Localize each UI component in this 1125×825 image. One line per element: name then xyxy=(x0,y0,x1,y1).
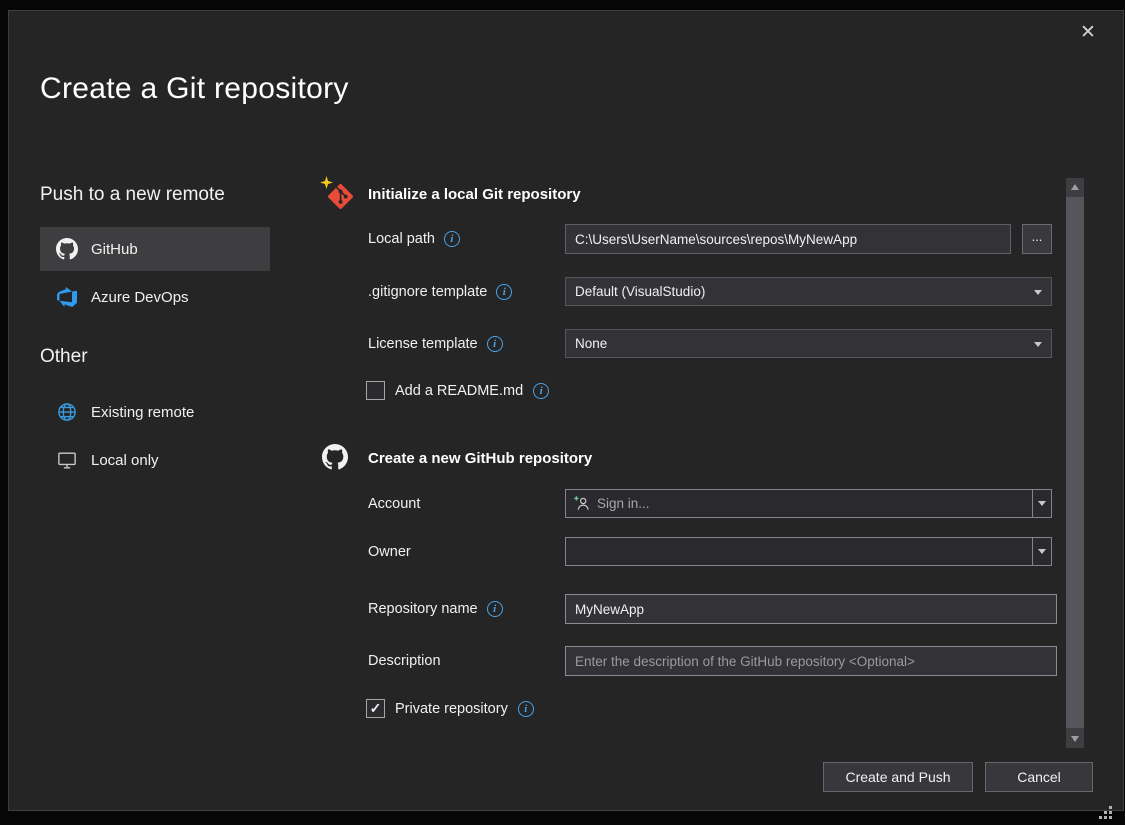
sidebar-item-label: Azure DevOps xyxy=(91,289,189,306)
repository-name-input[interactable] xyxy=(565,594,1057,624)
repository-name-label-row: Repository name i xyxy=(368,594,503,624)
license-template-dropdown[interactable]: None xyxy=(565,329,1052,358)
readme-label: Add a README.md xyxy=(395,383,523,399)
license-template-value: None xyxy=(575,336,607,351)
sidebar-item-label: Existing remote xyxy=(91,404,194,421)
close-icon: ✕ xyxy=(1080,21,1096,44)
scroll-up-button[interactable] xyxy=(1066,178,1084,196)
sidebar-item-label: GitHub xyxy=(91,241,138,258)
private-repository-info-icon[interactable]: i xyxy=(518,701,534,717)
gitignore-info-icon[interactable]: i xyxy=(496,284,512,300)
account-dropdown-arrow[interactable] xyxy=(1032,490,1051,517)
private-repository-row: ✓ Private repository i xyxy=(366,699,534,718)
repository-name-info-icon[interactable]: i xyxy=(487,601,503,617)
account-value: Sign in... xyxy=(597,496,650,511)
account-label-row: Account xyxy=(368,489,420,518)
page-title: Create a Git repository xyxy=(40,72,349,106)
account-dropdown[interactable]: Sign in... xyxy=(565,489,1052,518)
private-repository-checkbox[interactable]: ✓ xyxy=(366,699,385,718)
scroll-down-button[interactable] xyxy=(1066,730,1084,748)
create-and-push-button[interactable]: Create and Push xyxy=(823,762,973,792)
sidebar-heading-other: Other xyxy=(40,346,88,368)
gitignore-label-row: .gitignore template i xyxy=(368,277,512,306)
resize-grip[interactable] xyxy=(1098,805,1114,821)
sidebar-item-existing-remote[interactable]: Existing remote xyxy=(40,390,270,434)
scrollbar-thumb[interactable] xyxy=(1066,197,1084,728)
repository-name-label: Repository name xyxy=(368,601,478,617)
globe-icon xyxy=(56,402,78,422)
license-label-row: License template i xyxy=(368,329,503,358)
add-account-icon xyxy=(573,495,590,512)
description-input[interactable] xyxy=(565,646,1057,676)
owner-label: Owner xyxy=(368,544,411,560)
chevron-down-icon xyxy=(1034,342,1042,347)
vertical-scrollbar[interactable] xyxy=(1066,178,1084,748)
gitignore-template-value: Default (VisualStudio) xyxy=(575,284,705,299)
owner-label-row: Owner xyxy=(368,537,411,566)
github-section-title: Create a new GitHub repository xyxy=(368,450,592,467)
azure-devops-icon xyxy=(56,287,78,307)
local-path-info-icon[interactable]: i xyxy=(444,231,460,247)
sidebar-item-github[interactable]: GitHub xyxy=(40,227,270,271)
git-new-repository-icon xyxy=(320,176,356,212)
private-repository-label: Private repository xyxy=(395,701,508,717)
init-section-title: Initialize a local Git repository xyxy=(368,186,581,203)
close-button[interactable]: ✕ xyxy=(1070,16,1106,48)
sidebar-item-local-only[interactable]: Local only xyxy=(40,438,270,482)
browse-button[interactable]: ... xyxy=(1022,224,1052,254)
account-label: Account xyxy=(368,496,420,512)
github-icon xyxy=(56,238,78,260)
chevron-down-icon xyxy=(1034,290,1042,295)
description-label: Description xyxy=(368,653,441,669)
monitor-icon xyxy=(56,450,78,470)
readme-checkbox[interactable] xyxy=(366,381,385,400)
license-template-label: License template xyxy=(368,336,478,352)
gitignore-template-dropdown[interactable]: Default (VisualStudio) xyxy=(565,277,1052,306)
owner-dropdown[interactable] xyxy=(565,537,1052,566)
sidebar-item-label: Local only xyxy=(91,452,159,469)
github-section-icon xyxy=(322,444,348,475)
readme-info-icon[interactable]: i xyxy=(533,383,549,399)
readme-row: Add a README.md i xyxy=(366,381,549,400)
description-label-row: Description xyxy=(368,646,441,676)
sidebar-item-azure-devops[interactable]: Azure DevOps xyxy=(40,275,270,319)
local-path-label: Local path xyxy=(368,231,435,247)
local-path-input[interactable] xyxy=(565,224,1011,254)
license-info-icon[interactable]: i xyxy=(487,336,503,352)
sidebar-heading-push-remote: Push to a new remote xyxy=(40,184,225,206)
local-path-label-row: Local path i xyxy=(368,224,460,254)
create-git-repository-dialog: ✕ Create a Git repository Push to a new … xyxy=(0,0,1125,825)
cancel-button[interactable]: Cancel xyxy=(985,762,1093,792)
gitignore-template-label: .gitignore template xyxy=(368,284,487,300)
chevron-down-icon xyxy=(1038,501,1046,506)
chevron-down-icon xyxy=(1038,549,1046,554)
triangle-up-icon xyxy=(1071,184,1079,190)
triangle-down-icon xyxy=(1071,736,1079,742)
owner-dropdown-arrow[interactable] xyxy=(1032,538,1051,565)
